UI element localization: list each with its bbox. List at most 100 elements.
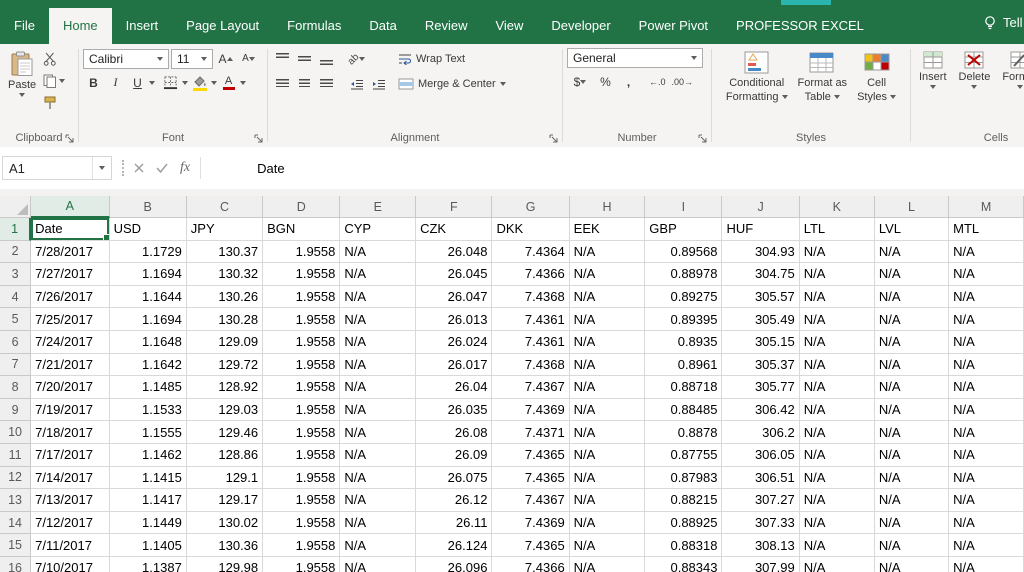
cell-B5[interactable]: 1.1694 <box>110 308 187 331</box>
cell-M13[interactable]: N/A <box>949 489 1024 512</box>
font-size-select[interactable]: 11 <box>171 49 213 69</box>
row-header-10[interactable]: 10 <box>0 421 31 444</box>
cell-B10[interactable]: 1.1555 <box>110 421 187 444</box>
cell-A3[interactable]: 7/27/2017 <box>31 263 109 286</box>
enter-formula-icon[interactable] <box>156 163 168 173</box>
cell-E12[interactable]: N/A <box>340 467 416 490</box>
bold-button[interactable]: B <box>83 72 104 93</box>
cell-H16[interactable]: N/A <box>570 557 646 572</box>
cell-A6[interactable]: 7/24/2017 <box>31 331 109 354</box>
cell-M11[interactable]: N/A <box>949 444 1024 467</box>
cell-I8[interactable]: 0.88718 <box>645 376 722 399</box>
wrap-text-button[interactable]: Wrap Text <box>394 48 469 70</box>
cell-G7[interactable]: 7.4368 <box>492 354 569 377</box>
row-header-13[interactable]: 13 <box>0 489 31 512</box>
cell-M3[interactable]: N/A <box>949 263 1024 286</box>
row-header-3[interactable]: 3 <box>0 263 31 286</box>
cell-H1[interactable]: EEK <box>570 218 646 241</box>
cell-I9[interactable]: 0.88485 <box>645 399 722 422</box>
row-header-15[interactable]: 15 <box>0 534 31 557</box>
row-header-7[interactable]: 7 <box>0 354 31 377</box>
orientation-button[interactable]: ab <box>346 49 367 70</box>
number-dialog-launcher-icon[interactable] <box>698 134 708 144</box>
cell-D8[interactable]: 1.9558 <box>263 376 340 399</box>
cell-F3[interactable]: 26.045 <box>416 263 492 286</box>
cell-I10[interactable]: 0.8878 <box>645 421 722 444</box>
row-header-4[interactable]: 4 <box>0 286 31 309</box>
row-header-5[interactable]: 5 <box>0 308 31 331</box>
cell-C13[interactable]: 129.17 <box>187 489 263 512</box>
italic-button[interactable]: I <box>105 72 126 93</box>
copy-button[interactable] <box>40 70 68 92</box>
column-header-M[interactable]: M <box>949 196 1024 218</box>
ribbon-tab-data[interactable]: Data <box>355 8 410 44</box>
cell-E16[interactable]: N/A <box>340 557 416 572</box>
cell-F1[interactable]: CZK <box>416 218 492 241</box>
cell-G8[interactable]: 7.4367 <box>492 376 569 399</box>
cell-B9[interactable]: 1.1533 <box>110 399 187 422</box>
cell-C5[interactable]: 130.28 <box>187 308 263 331</box>
cell-F15[interactable]: 26.124 <box>416 534 492 557</box>
column-header-G[interactable]: G <box>492 196 569 218</box>
row-header-14[interactable]: 14 <box>0 512 31 535</box>
cell-J11[interactable]: 306.05 <box>722 444 799 467</box>
column-header-J[interactable]: J <box>722 196 799 218</box>
cell-B6[interactable]: 1.1648 <box>110 331 187 354</box>
cell-L11[interactable]: N/A <box>875 444 949 467</box>
row-header-12[interactable]: 12 <box>0 467 31 490</box>
column-header-F[interactable]: F <box>416 196 492 218</box>
cell-J14[interactable]: 307.33 <box>722 512 799 535</box>
cell-J10[interactable]: 306.2 <box>722 421 799 444</box>
cell-A9[interactable]: 7/19/2017 <box>31 399 109 422</box>
ribbon-tab-view[interactable]: View <box>481 8 537 44</box>
cell-G6[interactable]: 7.4361 <box>492 331 569 354</box>
cell-H4[interactable]: N/A <box>570 286 646 309</box>
cell-M7[interactable]: N/A <box>949 354 1024 377</box>
cell-L8[interactable]: N/A <box>875 376 949 399</box>
column-header-L[interactable]: L <box>875 196 949 218</box>
cell-H3[interactable]: N/A <box>570 263 646 286</box>
column-header-B[interactable]: B <box>110 196 187 218</box>
font-name-select[interactable]: Calibri <box>83 49 169 69</box>
cell-M4[interactable]: N/A <box>949 286 1024 309</box>
cell-D15[interactable]: 1.9558 <box>263 534 340 557</box>
cell-F7[interactable]: 26.017 <box>416 354 492 377</box>
cell-E6[interactable]: N/A <box>340 331 416 354</box>
cell-J5[interactable]: 305.49 <box>722 308 799 331</box>
cell-C2[interactable]: 130.37 <box>187 241 263 264</box>
ribbon-tab-developer[interactable]: Developer <box>537 8 624 44</box>
cell-D16[interactable]: 1.9558 <box>263 557 340 572</box>
formula-content[interactable]: Date <box>211 161 284 176</box>
ribbon-tab-insert[interactable]: Insert <box>112 8 173 44</box>
align-center-button[interactable] <box>294 74 315 95</box>
cell-H14[interactable]: N/A <box>570 512 646 535</box>
align-right-button[interactable] <box>316 74 337 95</box>
cell-J7[interactable]: 305.37 <box>722 354 799 377</box>
cell-A11[interactable]: 7/17/2017 <box>31 444 109 467</box>
ribbon-tab-page-layout[interactable]: Page Layout <box>172 8 273 44</box>
cell-K10[interactable]: N/A <box>800 421 875 444</box>
cell-C10[interactable]: 129.46 <box>187 421 263 444</box>
cell-H6[interactable]: N/A <box>570 331 646 354</box>
cell-C9[interactable]: 129.03 <box>187 399 263 422</box>
cell-D3[interactable]: 1.9558 <box>263 263 340 286</box>
cell-J3[interactable]: 304.75 <box>722 263 799 286</box>
cell-J16[interactable]: 307.99 <box>722 557 799 572</box>
percent-style-button[interactable]: % <box>595 71 616 92</box>
cell-M8[interactable]: N/A <box>949 376 1024 399</box>
cell-L5[interactable]: N/A <box>875 308 949 331</box>
cell-F5[interactable]: 26.013 <box>416 308 492 331</box>
cell-H8[interactable]: N/A <box>570 376 646 399</box>
cell-F14[interactable]: 26.11 <box>416 512 492 535</box>
cell-J8[interactable]: 305.77 <box>722 376 799 399</box>
cell-E2[interactable]: N/A <box>340 241 416 264</box>
cell-K2[interactable]: N/A <box>800 241 875 264</box>
cell-B16[interactable]: 1.1387 <box>110 557 187 572</box>
cell-A15[interactable]: 7/11/2017 <box>31 534 109 557</box>
decrease-indent-button[interactable] <box>346 74 367 95</box>
row-header-11[interactable]: 11 <box>0 444 31 467</box>
cell-E4[interactable]: N/A <box>340 286 416 309</box>
cell-K15[interactable]: N/A <box>800 534 875 557</box>
merge-center-button[interactable]: Merge & Center <box>394 73 510 95</box>
cell-J4[interactable]: 305.57 <box>722 286 799 309</box>
